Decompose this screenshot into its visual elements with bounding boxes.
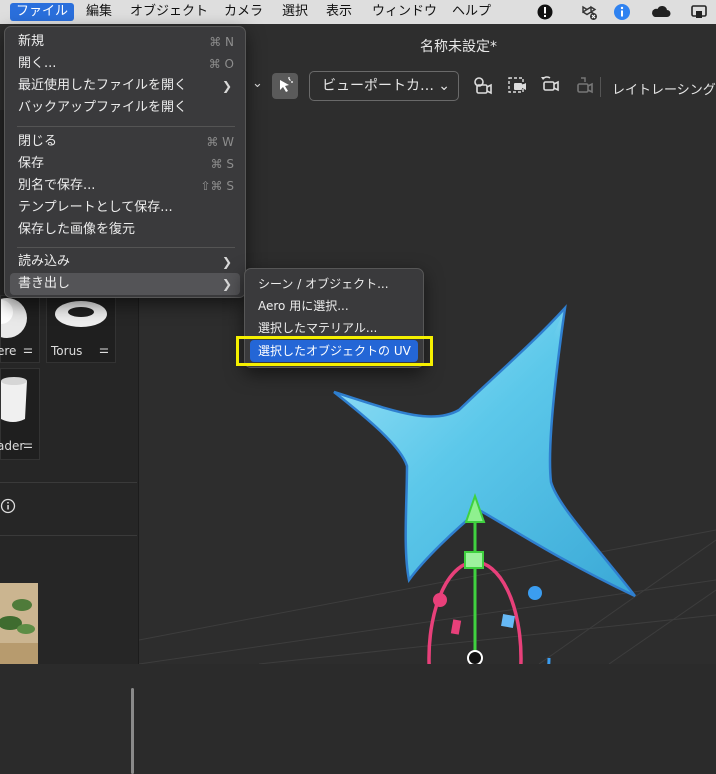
chevron-right-icon: ❯ xyxy=(221,255,232,269)
menu-camera[interactable]: カメラ xyxy=(218,3,269,21)
dropbox-icon[interactable] xyxy=(580,3,598,21)
info-icon[interactable] xyxy=(0,498,16,514)
shortcut-label: ⌘ N xyxy=(209,35,234,49)
menu-item-export-scene-object[interactable]: シーン / オブジェクト... xyxy=(250,273,418,295)
menu-item-restore-saved-image[interactable]: 保存した画像を復元 xyxy=(10,219,240,241)
image-thumbnail[interactable] xyxy=(0,583,38,664)
sphere-thumbnail xyxy=(1,298,27,338)
shortcut-label: ⇧⌘ S xyxy=(200,179,235,193)
menu-bar: ファイル 編集 オブジェクト カメラ 選択 表示 ウィンドウ ヘルプ xyxy=(0,0,716,24)
panel-divider xyxy=(0,535,137,536)
camera-reset-icon[interactable] xyxy=(537,73,563,99)
menu-edit[interactable]: 編集 xyxy=(80,3,118,21)
chevron-right-icon: ❯ xyxy=(221,79,232,93)
sliders-icon[interactable]: ⚌ xyxy=(99,343,109,356)
menu-item-export[interactable]: 書き出し ❯ xyxy=(10,273,240,295)
plant-image xyxy=(0,583,38,664)
menu-separator xyxy=(17,126,235,127)
asset-label: Torus xyxy=(51,344,83,358)
asset-tile-sphere[interactable]: ere ⚌ xyxy=(0,295,40,363)
menu-item-import[interactable]: 読み込み ❯ xyxy=(10,251,240,273)
shortcut-label: ⌘ W xyxy=(206,135,234,149)
cloud-icon[interactable] xyxy=(650,3,672,21)
menu-item-close[interactable]: 閉じる ⌘ W xyxy=(10,131,240,153)
toolbar-divider xyxy=(600,77,601,97)
sliders-icon[interactable]: ⚌ xyxy=(23,438,33,451)
menu-file[interactable]: ファイル xyxy=(10,3,75,21)
menu-item-save-as-template[interactable]: テンプレートとして保存... xyxy=(10,197,240,219)
asset-label: ader xyxy=(0,439,25,453)
menu-select[interactable]: 選択 xyxy=(276,3,314,21)
alert-icon[interactable] xyxy=(536,3,554,21)
chevron-down-icon: ⌄ xyxy=(438,78,450,94)
menu-item-export-for-aero[interactable]: Aero 用に選択... xyxy=(250,295,418,317)
asset-label: ere xyxy=(0,344,17,358)
asset-tile-cylinder[interactable]: ader ⚌ xyxy=(0,368,40,460)
menu-help[interactable]: ヘルプ xyxy=(446,3,497,21)
camera-add-icon[interactable] xyxy=(470,73,496,99)
menu-separator xyxy=(17,247,235,248)
menu-item-save-as[interactable]: 別名で保存... ⇧⌘ S xyxy=(10,175,240,197)
menu-window[interactable]: ウィンドウ xyxy=(366,3,443,21)
viewport-camera-dropdown[interactable]: ビューポートカ… ⌄ xyxy=(309,71,459,101)
shortcut-label: ⌘ S xyxy=(210,157,234,171)
cylinder-thumbnail xyxy=(1,377,27,422)
chevron-right-icon: ❯ xyxy=(221,277,232,291)
viewport-camera-label: ビューポートカ… xyxy=(322,78,434,94)
info-icon[interactable] xyxy=(613,3,631,21)
menu-item-open-recent[interactable]: 最近使用したファイルを開く ❯ xyxy=(10,75,240,97)
camera-sync-icon[interactable] xyxy=(571,73,597,99)
camera-frame-icon[interactable] xyxy=(504,73,530,99)
document-title: 名称未設定* xyxy=(420,39,497,55)
sliders-icon[interactable]: ⚌ xyxy=(23,343,33,356)
screen-share-icon[interactable] xyxy=(690,3,708,21)
chevron-down-icon[interactable]: ⌄ xyxy=(252,76,263,91)
asset-tile-torus[interactable]: Torus ⚌ xyxy=(46,295,116,363)
torus-thumbnail xyxy=(55,301,107,327)
select-tool-icon[interactable] xyxy=(272,73,298,99)
menu-item-save[interactable]: 保存 ⌘ S xyxy=(10,153,240,175)
raytracing-button[interactable]: レイトレーシング xyxy=(612,79,716,98)
menu-object[interactable]: オブジェクト xyxy=(124,3,214,21)
callout-highlight xyxy=(236,336,433,366)
file-menu: 新規 ⌘ N 開く... ⌘ O 最近使用したファイルを開く ❯ バックアップフ… xyxy=(4,26,246,298)
menu-view[interactable]: 表示 xyxy=(320,3,358,21)
menu-item-open[interactable]: 開く... ⌘ O xyxy=(10,53,240,75)
menu-item-open-backup[interactable]: バックアップファイルを開く xyxy=(10,97,240,119)
shortcut-label: ⌘ O xyxy=(208,57,234,71)
menu-item-new[interactable]: 新規 ⌘ N xyxy=(10,31,240,53)
panel-divider xyxy=(0,482,137,483)
scrollbar[interactable] xyxy=(131,688,134,774)
